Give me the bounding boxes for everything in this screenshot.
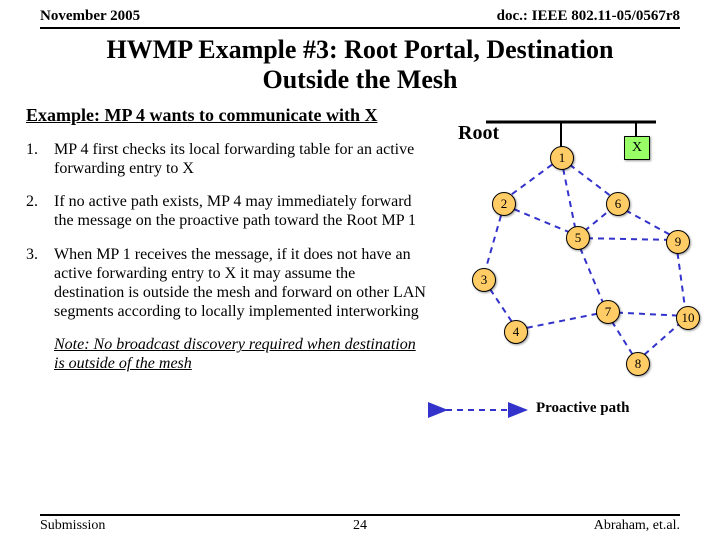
node-5: 5 bbox=[566, 226, 590, 250]
node-1: 1 bbox=[550, 146, 574, 170]
network-diagram: Root X 1 2 3 4 5 6 7 8 9 10 Proactive pa… bbox=[426, 110, 700, 430]
note-text: Note: No broadcast discovery required wh… bbox=[54, 335, 426, 373]
node-7: 7 bbox=[596, 300, 620, 324]
list-item: 3. When MP 1 receives the message, if it… bbox=[26, 245, 426, 322]
header-date: November 2005 bbox=[40, 8, 140, 25]
node-8: 8 bbox=[626, 352, 650, 376]
node-4: 4 bbox=[504, 320, 528, 344]
title-line-1: HWMP Example #3: Root Portal, Destinatio… bbox=[107, 35, 614, 64]
node-x: X bbox=[624, 136, 650, 160]
list-item: 2. If no active path exists, MP 4 may im… bbox=[26, 192, 426, 230]
page-number: 24 bbox=[353, 518, 367, 534]
footer-right: Abraham, et.al. bbox=[594, 518, 680, 534]
root-label: Root bbox=[458, 122, 499, 145]
footer-rule bbox=[40, 514, 680, 516]
item-text: If no active path exists, MP 4 may immed… bbox=[54, 192, 426, 230]
node-2: 2 bbox=[492, 192, 516, 216]
list-item: 1. MP 4 first checks its local forwardin… bbox=[26, 140, 426, 178]
footer-left: Submission bbox=[40, 518, 105, 534]
node-6: 6 bbox=[606, 192, 630, 216]
footer: Submission 24 Abraham, et.al. bbox=[0, 514, 720, 534]
legend-label: Proactive path bbox=[536, 400, 629, 417]
node-10: 10 bbox=[676, 306, 700, 330]
title-line-2: Outside the Mesh bbox=[263, 65, 458, 94]
node-9: 9 bbox=[666, 230, 690, 254]
item-number: 1. bbox=[26, 140, 54, 178]
item-number: 2. bbox=[26, 192, 54, 230]
steps-list: 1. MP 4 first checks its local forwardin… bbox=[26, 140, 426, 430]
item-text: MP 4 first checks its local forwarding t… bbox=[54, 140, 426, 178]
item-number: 3. bbox=[26, 245, 54, 322]
page-title: HWMP Example #3: Root Portal, Destinatio… bbox=[40, 35, 680, 95]
node-3: 3 bbox=[472, 268, 496, 292]
header-doc: doc.: IEEE 802.11-05/0567r8 bbox=[497, 8, 680, 25]
item-text: When MP 1 receives the message, if it do… bbox=[54, 245, 426, 322]
header-rule bbox=[40, 27, 680, 29]
